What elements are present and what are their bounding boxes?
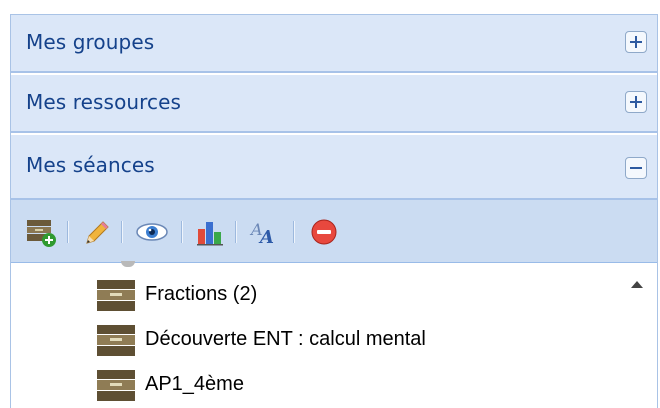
drawer-add-icon[interactable]: [25, 217, 56, 247]
sessions-toolbar: A A: [11, 200, 657, 263]
font-icon[interactable]: A A: [249, 217, 279, 248]
scroll-peek: [121, 261, 135, 267]
panel-title: Mes séances: [26, 153, 155, 177]
panel-title: Mes ressources: [26, 90, 182, 114]
collapse-icon[interactable]: [625, 157, 647, 179]
panel-header-mes-groupes[interactable]: Mes groupes: [11, 15, 657, 73]
expand-icon[interactable]: [625, 91, 647, 113]
expand-icon[interactable]: [625, 31, 647, 53]
scroll-up-arrow-icon[interactable]: [631, 281, 643, 288]
drawer-icon: [97, 325, 135, 356]
list-item-label: Découverte ENT : calcul mental: [145, 328, 426, 350]
drawer-icon: [97, 370, 135, 401]
panel-header-mes-seances[interactable]: Mes séances: [11, 135, 657, 200]
svg-text:A: A: [258, 227, 274, 247]
panel-title: Mes groupes: [26, 30, 155, 54]
sessions-list: Fractions (2) Découverte ENT : calcul me…: [11, 261, 657, 408]
drawer-icon: [97, 280, 135, 311]
delete-icon[interactable]: [309, 217, 339, 247]
panel-header-mes-ressources[interactable]: Mes ressources: [11, 75, 657, 133]
eye-icon[interactable]: [135, 217, 169, 247]
pencil-icon[interactable]: [81, 217, 111, 247]
bar-chart-icon[interactable]: [195, 217, 225, 247]
accordion-panel: Mes groupes Mes ressources Mes séances A…: [10, 14, 658, 408]
list-item-label: AP1_4ème: [145, 373, 244, 395]
list-item-label: Fractions (2): [145, 283, 258, 305]
